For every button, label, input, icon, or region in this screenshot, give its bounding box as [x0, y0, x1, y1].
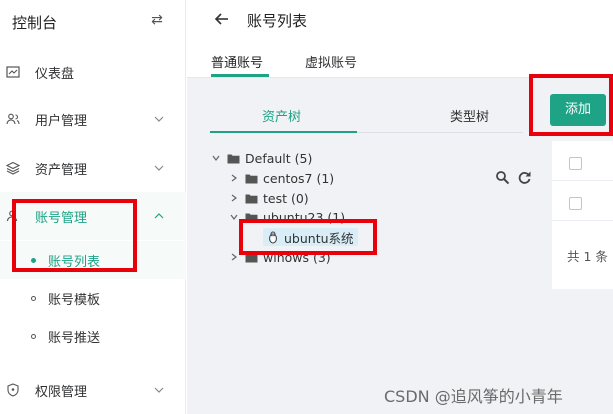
sidebar: 控制台 ⇄ 仪表盘 用户管理 资产管理 账号管理 账号列表 账号模板 账号推送 …: [0, 0, 186, 414]
chevron-down-icon: [154, 116, 164, 122]
menu-label: 资产管理: [35, 162, 88, 178]
account-icon: [6, 210, 18, 222]
page-title: 账号列表: [247, 12, 308, 30]
search-icon[interactable]: [495, 170, 510, 185]
tree-node-test[interactable]: test (0): [229, 189, 309, 207]
dashboard-icon: [6, 66, 20, 78]
tree-node-winows[interactable]: winows (3): [229, 248, 331, 266]
refresh-icon[interactable]: [517, 170, 532, 185]
add-button[interactable]: 添加: [550, 94, 606, 126]
tree-node-label: Default (5): [245, 150, 313, 166]
tab-normal-accounts[interactable]: 普通账号: [211, 52, 263, 71]
tree-node-label: winows (3): [263, 249, 331, 265]
chevron-up-icon: [154, 213, 164, 219]
select-all-checkbox[interactable]: [569, 157, 582, 170]
menu-item-dashboard[interactable]: 仪表盘: [0, 48, 186, 96]
sub-item-account-push[interactable]: 账号推送: [0, 317, 186, 355]
caret-down-icon[interactable]: [229, 212, 239, 222]
row-checkbox[interactable]: [569, 197, 582, 210]
folder-icon: [245, 174, 258, 183]
menu-item-users[interactable]: 用户管理: [0, 95, 186, 143]
back-arrow-icon[interactable]: [213, 10, 231, 28]
menu-item-accounts[interactable]: 账号管理: [0, 192, 186, 240]
folder-icon: [245, 194, 258, 203]
sub-item-label: 账号列表: [48, 254, 101, 270]
tab-virtual-accounts[interactable]: 虚拟账号: [305, 52, 357, 71]
tree-node-ubuntu-system[interactable]: ubuntu系统: [263, 228, 358, 246]
tree-node-label: ubuntu23 (1): [263, 209, 346, 225]
table-row: [552, 181, 613, 221]
sub-item-account-list[interactable]: 账号列表: [0, 241, 186, 279]
tree-tab-indicator: [210, 131, 357, 133]
chevron-down-icon: [154, 165, 164, 171]
caret-right-icon[interactable]: [229, 193, 239, 203]
pagination-total: 共 1 条: [567, 249, 608, 264]
menu-label: 权限管理: [35, 384, 88, 400]
tree-node-label: centos7 (1): [263, 170, 335, 186]
bullet-icon: [31, 257, 36, 263]
folder-icon: [245, 253, 258, 262]
menu-item-assets[interactable]: 资产管理: [0, 144, 186, 192]
collapse-toggle-icon[interactable]: ⇄: [149, 11, 165, 29]
sidebar-title: 控制台: [12, 14, 58, 32]
sidebar-header: 控制台 ⇄: [0, 0, 186, 44]
bullet-icon: [31, 295, 36, 301]
shield-icon: [7, 383, 19, 397]
accounts-table: 共 1 条: [552, 141, 613, 289]
table-header-row: [552, 141, 613, 181]
caret-down-icon[interactable]: [211, 153, 221, 163]
chevron-down-icon: [154, 387, 164, 393]
folder-open-icon: [227, 154, 240, 163]
tree-node-label: ubuntu系统: [284, 230, 354, 246]
layers-icon: [6, 161, 20, 175]
caret-right-icon[interactable]: [229, 173, 239, 183]
tree-node-centos7[interactable]: centos7 (1): [229, 169, 334, 187]
page-header: 账号列表 普通账号 虚拟账号: [187, 0, 613, 78]
watermark: CSDN @追风筝的小青年: [384, 387, 563, 406]
menu-label: 用户管理: [35, 113, 88, 129]
sub-item-label: 账号推送: [48, 330, 101, 346]
users-icon: [6, 113, 20, 125]
tree-node-default[interactable]: Default (5): [211, 149, 312, 167]
linux-icon: [269, 231, 277, 243]
tab-indicator: [211, 74, 269, 77]
folder-open-icon: [245, 213, 258, 222]
main-area: 账号列表 普通账号 虚拟账号 资产树 类型树 添加 Default (5) ce…: [187, 0, 613, 414]
tree-node-label: test (0): [263, 190, 309, 206]
menu-item-permissions[interactable]: 权限管理: [0, 366, 186, 414]
sub-item-account-template[interactable]: 账号模板: [0, 279, 186, 317]
tab-type-tree[interactable]: 类型树: [450, 106, 489, 125]
menu-label: 仪表盘: [35, 66, 75, 82]
tree-node-ubuntu23[interactable]: ubuntu23 (1): [229, 208, 345, 226]
sub-item-label: 账号模板: [48, 292, 101, 308]
tab-asset-tree[interactable]: 资产树: [262, 106, 301, 125]
menu-label: 账号管理: [35, 210, 88, 226]
selected-node[interactable]: ubuntu系统: [263, 228, 358, 246]
caret-right-icon[interactable]: [229, 252, 239, 262]
bullet-icon: [31, 333, 36, 339]
